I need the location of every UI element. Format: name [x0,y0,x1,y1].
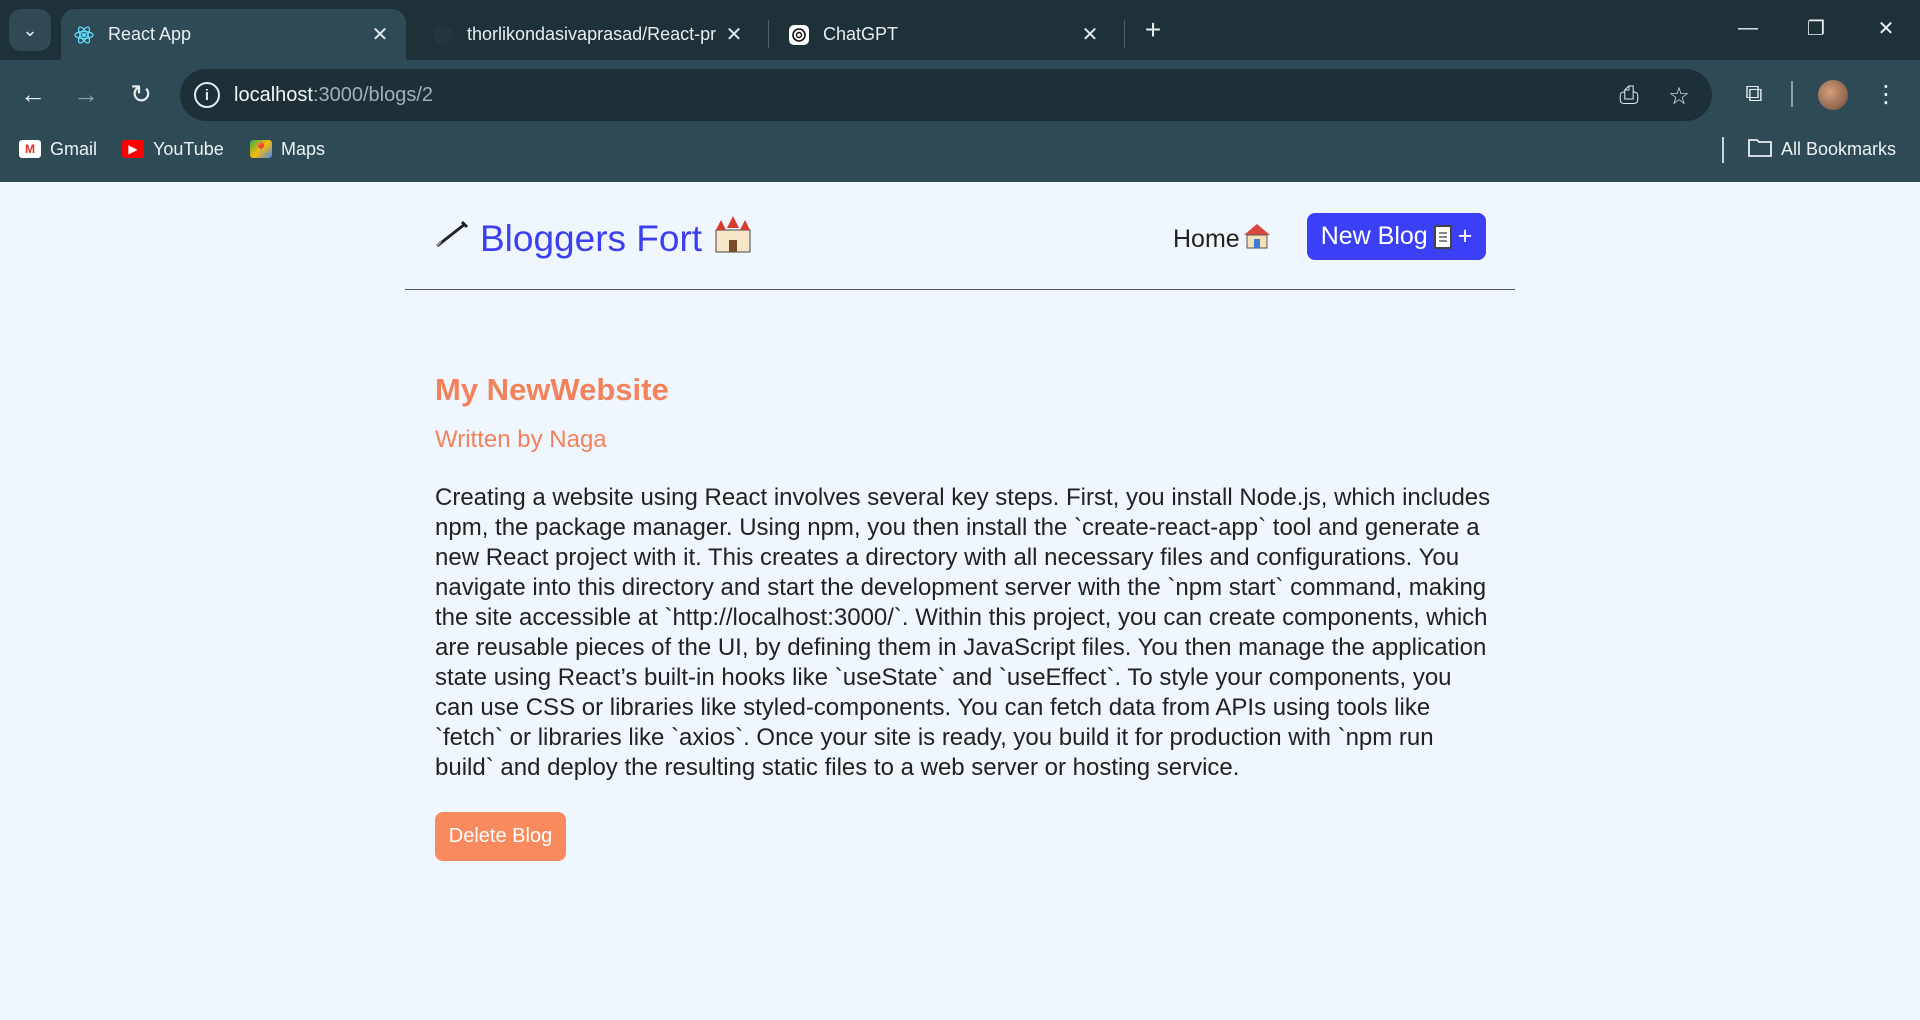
brand-title: Bloggers Fort [480,217,703,259]
site-brand[interactable]: Bloggers Fort [434,214,754,263]
bookmarks-bar: M Gmail ▶ YouTube 📍 Maps All Bookmarks [0,129,1920,169]
bookmarks-separator [1722,137,1724,163]
close-window-button[interactable]: ✕ [1856,6,1916,50]
close-icon: ✕ [1877,17,1895,40]
back-button[interactable]: ← [13,74,53,114]
new-blog-button[interactable]: New Blog + [1307,213,1486,260]
tab-separator [1124,20,1125,48]
all-bookmarks-label: All Bookmarks [1781,138,1897,159]
plus-icon: + [1144,14,1162,45]
new-blog-label: New Blog [1320,222,1428,250]
gmail-icon: M [19,140,41,158]
new-tab-button[interactable]: + [1138,14,1168,46]
close-tab-icon[interactable]: ✕ [722,23,746,47]
bookmark-gmail[interactable]: M Gmail [19,129,97,169]
site-navbar: Bloggers Fort Home New Blog + [405,182,1515,290]
forward-button[interactable]: → [66,74,106,114]
plus-icon: + [1457,222,1473,250]
delete-blog-button[interactable]: Delete Blog [435,812,566,861]
bookmark-label: YouTube [153,138,224,159]
home-label: Home [1173,225,1240,253]
restore-icon: ❐ [1807,17,1825,40]
menu-kebab-icon[interactable]: ⋮ [1866,74,1906,114]
home-link[interactable]: Home [1173,222,1272,257]
tab-title: thorlikondasivaprasad/React-pr [467,24,717,44]
extensions-icon[interactable]: ⧉ [1734,74,1774,114]
arrow-left-icon: ← [20,78,46,109]
tab-chatgpt[interactable]: ChatGPT ✕ [776,9,1116,60]
browser-tab-strip: ⌄ React App ✕ thorlikondasivaprasad/Reac… [0,0,1920,60]
bookmark-maps[interactable]: 📍 Maps [250,129,325,169]
bookmark-label: Maps [281,138,326,159]
close-tab-icon[interactable]: ✕ [1078,23,1102,47]
toolbar-separator [1791,81,1793,107]
tab-title: ChatGPT [823,24,899,44]
react-icon [73,24,95,46]
house-icon [1242,222,1272,257]
profile-avatar[interactable] [1818,80,1848,110]
tab-search-button[interactable]: ⌄ [9,9,51,51]
reload-button[interactable]: ↻ [121,74,161,114]
address-bar[interactable]: i localhost :3000/blogs/2 ⎙ ☆ [180,69,1712,121]
close-tab-icon[interactable]: ✕ [368,23,392,47]
tab-github[interactable]: thorlikondasivaprasad/React-pr ✕ [420,9,760,60]
bookmark-star-icon[interactable]: ☆ [1665,82,1693,110]
all-bookmarks[interactable]: All Bookmarks [1748,129,1896,169]
arrow-right-icon: → [73,78,99,109]
chevron-down-icon: ⌄ [22,19,38,40]
blog-author: Written by Naga [435,426,607,453]
url-host: localhost [234,83,313,106]
document-icon [1433,224,1452,249]
github-icon [432,24,454,46]
maps-icon: 📍 [250,140,272,158]
tab-title: React App [108,24,192,44]
blog-article: My NewWebsite Written by Naga Creating a… [435,372,1495,861]
folder-icon [1748,137,1772,162]
site-info-icon[interactable]: i [194,82,220,108]
bookmark-youtube[interactable]: ▶ YouTube [122,129,224,169]
reload-icon: ↻ [130,78,152,109]
youtube-icon: ▶ [122,140,144,158]
blog-body: Creating a website using React involves … [435,484,1491,781]
page-viewport: Bloggers Fort Home New Blog + My NewWebs… [0,182,1920,1020]
pen-icon [434,219,470,258]
restore-button[interactable]: ❐ [1786,6,1846,50]
minimize-icon: — [1738,16,1758,39]
install-app-icon[interactable]: ⎙ [1615,82,1643,110]
castle-icon [712,214,754,263]
tab-react-app[interactable]: React App ✕ [61,9,406,60]
minimize-button[interactable]: — [1718,6,1778,50]
tab-separator [768,20,769,48]
chatgpt-icon [788,24,810,46]
url-path: :3000/blogs/2 [312,83,434,106]
bookmark-label: Gmail [50,138,98,159]
blog-title: My NewWebsite [435,372,669,407]
